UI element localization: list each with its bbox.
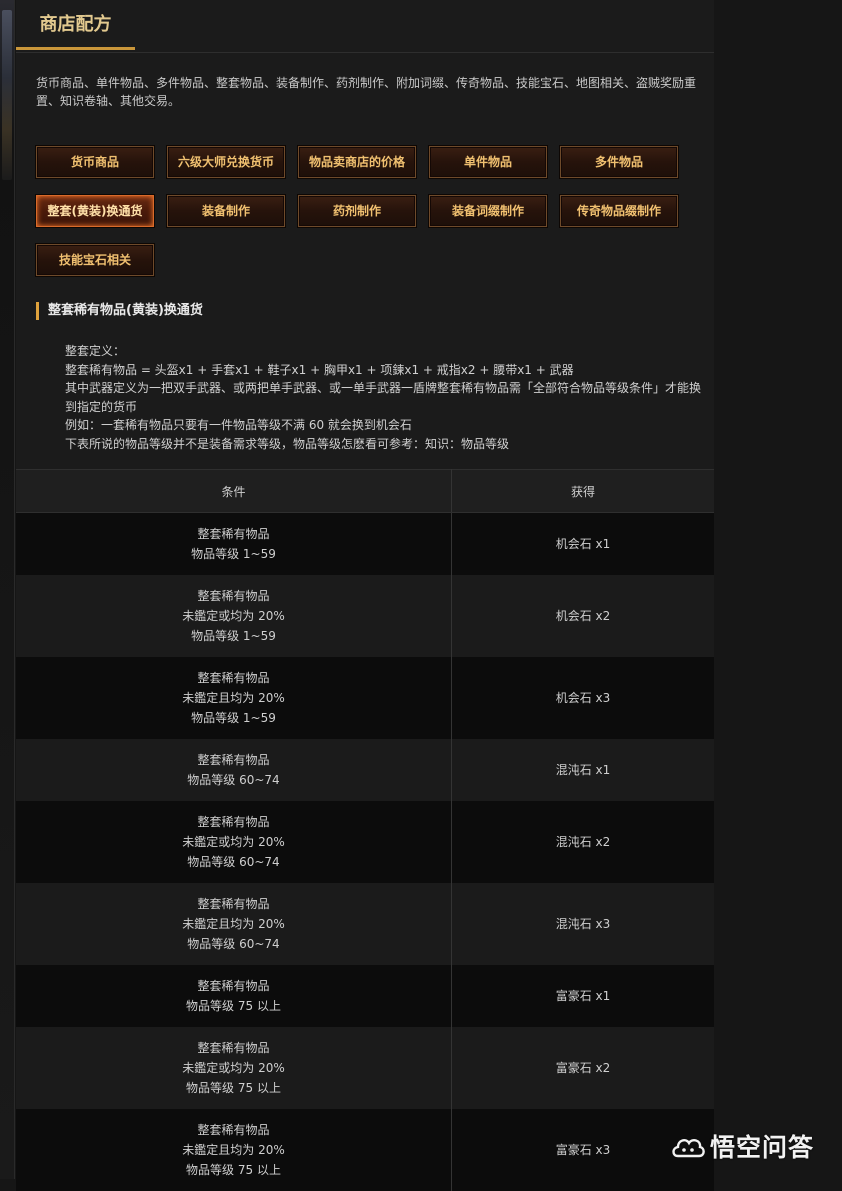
reward-cell: 富豪石 x2 <box>451 1027 714 1109</box>
intro-text: 货币商品、单件物品、多件物品、整套物品、装备制作、药剂制作、附加词缀、传奇物品、… <box>36 76 697 108</box>
main-content: 商店配方 货币商品、单件物品、多件物品、整套物品、装备制作、药剂制作、附加词缀、… <box>16 0 714 1191</box>
reward-cell: 机会石 x2 <box>451 575 714 657</box>
definition-line: 整套稀有物品 = 头盔x1 + 手套x1 + 鞋子x1 + 胸甲x1 + 项鍊x… <box>65 362 574 377</box>
table-row: 整套稀有物品 未鑑定或均为 20% 物品等级 75 以上 富豪石 x2 <box>16 1027 714 1109</box>
condition-line: 未鑑定或均为 20% <box>182 609 285 623</box>
condition-line: 整套稀有物品 <box>197 527 270 541</box>
header-reward: 获得 <box>451 469 714 513</box>
btn-legendary-craft[interactable]: 传奇物品缀制作 <box>560 195 678 227</box>
condition-line: 物品等级 60~74 <box>187 773 280 787</box>
btn-sell-price[interactable]: 物品卖商店的价格 <box>298 146 416 178</box>
condition-line: 物品等级 75 以上 <box>186 1163 281 1177</box>
table-row: 整套稀有物品 物品等级 60~74 混沌石 x1 <box>16 739 714 801</box>
subsection-heading: 整套稀有物品(黄装)换通货 <box>36 302 203 320</box>
condition-line: 物品等级 1~59 <box>191 711 276 725</box>
condition-cell: 整套稀有物品 未鑑定或均为 20% 物品等级 75 以上 <box>16 1027 452 1109</box>
definition-line: 整套定义： <box>65 344 126 358</box>
table-row: 整套稀有物品 物品等级 75 以上 富豪石 x1 <box>16 965 714 1027</box>
header-condition: 条件 <box>16 469 452 513</box>
reward-cell: 富豪石 x1 <box>451 965 714 1027</box>
btn-currency[interactable]: 货币商品 <box>36 146 154 178</box>
reward-cell: 混沌石 x2 <box>451 801 714 883</box>
condition-line: 整套稀有物品 <box>197 979 270 993</box>
condition-line: 未鑑定且均为 20% <box>182 917 285 931</box>
btn-skill-gem[interactable]: 技能宝石相关 <box>36 244 154 276</box>
condition-line: 物品等级 1~59 <box>191 629 276 643</box>
condition-cell: 整套稀有物品 未鑑定且均为 20% 物品等级 60~74 <box>16 883 452 965</box>
condition-line: 物品等级 75 以上 <box>186 999 281 1013</box>
recipe-table: 条件 获得 整套稀有物品 物品等级 1~59 机会石 x1 整套稀有物品 未鑑定… <box>16 469 714 1191</box>
definition-line: 下表所说的物品等级并不是装备需求等级，物品等级怎麽看可参考：知识：物品等级 <box>65 436 510 451</box>
condition-cell: 整套稀有物品 物品等级 1~59 <box>16 512 452 575</box>
btn-equipment-craft[interactable]: 装备制作 <box>167 195 285 227</box>
reward-cell: 混沌石 x3 <box>451 883 714 965</box>
btn-full-set-active[interactable]: 整套(黄装)换通货 <box>36 195 154 227</box>
reward-cell: 混沌石 x1 <box>451 739 714 801</box>
btn-master-exchange[interactable]: 六级大师兑换货币 <box>167 146 285 178</box>
condition-line: 整套稀有物品 <box>197 589 270 603</box>
btn-affix-craft[interactable]: 装备词缀制作 <box>429 195 547 227</box>
condition-line: 物品等级 1~59 <box>191 547 276 561</box>
reward-cell: 机会石 x3 <box>451 657 714 739</box>
condition-line: 整套稀有物品 <box>197 815 270 829</box>
condition-line: 整套稀有物品 <box>197 1041 270 1055</box>
condition-cell: 整套稀有物品 物品等级 75 以上 <box>16 965 452 1027</box>
btn-multi-item[interactable]: 多件物品 <box>560 146 678 178</box>
condition-cell: 整套稀有物品 未鑑定且均为 20% 物品等级 1~59 <box>16 657 452 739</box>
table-row: 整套稀有物品 未鑑定或均为 20% 物品等级 1~59 机会石 x2 <box>16 575 714 657</box>
table-row: 整套稀有物品 未鑑定且均为 20% 物品等级 1~59 机会石 x3 <box>16 657 714 739</box>
reward-cell: 机会石 x1 <box>451 512 714 575</box>
btn-potion-craft[interactable]: 药剂制作 <box>298 195 416 227</box>
right-margin <box>714 0 842 1179</box>
condition-cell: 整套稀有物品 物品等级 60~74 <box>16 739 452 801</box>
definition-line: 例如：一套稀有物品只要有一件物品等级不满 60 就会换到机会石 <box>65 418 412 432</box>
condition-line: 物品等级 60~74 <box>187 855 280 869</box>
condition-line: 物品等级 75 以上 <box>186 1081 281 1095</box>
table-row: 整套稀有物品 物品等级 1~59 机会石 x1 <box>16 512 714 575</box>
left-side-decoration <box>0 0 15 1179</box>
table-header-row: 条件 获得 <box>16 469 714 513</box>
side-ornament <box>2 10 12 180</box>
condition-line: 整套稀有物品 <box>197 897 270 911</box>
condition-cell: 整套稀有物品 未鑑定或均为 20% 物品等级 60~74 <box>16 801 452 883</box>
definition-line: 其中武器定义为一把双手武器、或两把单手武器、或一单手武器一盾牌整套稀有物品需「全… <box>65 381 702 414</box>
definition-block: 整套定义： 整套稀有物品 = 头盔x1 + 手套x1 + 鞋子x1 + 胸甲x1… <box>65 342 705 453</box>
condition-line: 未鑑定或均为 20% <box>182 1061 285 1075</box>
watermark: 悟空问答 <box>670 1128 838 1168</box>
watermark-text: 悟空问答 <box>710 1133 815 1162</box>
condition-line: 未鑑定且均为 20% <box>182 691 285 705</box>
condition-line: 未鑑定或均为 20% <box>182 835 285 849</box>
condition-line: 整套稀有物品 <box>197 1123 270 1137</box>
section-header: 商店配方 <box>16 0 714 53</box>
cloud-logo-icon <box>672 1139 705 1158</box>
condition-line: 物品等级 60~74 <box>187 937 280 951</box>
btn-single-item[interactable]: 单件物品 <box>429 146 547 178</box>
table-row: 整套稀有物品 未鑑定或均为 20% 物品等级 60~74 混沌石 x2 <box>16 801 714 883</box>
condition-cell: 整套稀有物品 未鑑定或均为 20% 物品等级 1~59 <box>16 575 452 657</box>
condition-line: 未鑑定且均为 20% <box>182 1143 285 1157</box>
table-row: 整套稀有物品 未鑑定且均为 20% 物品等级 60~74 混沌石 x3 <box>16 883 714 965</box>
condition-line: 整套稀有物品 <box>197 753 270 767</box>
section-title: 商店配方 <box>16 0 135 50</box>
condition-line: 整套稀有物品 <box>197 671 270 685</box>
